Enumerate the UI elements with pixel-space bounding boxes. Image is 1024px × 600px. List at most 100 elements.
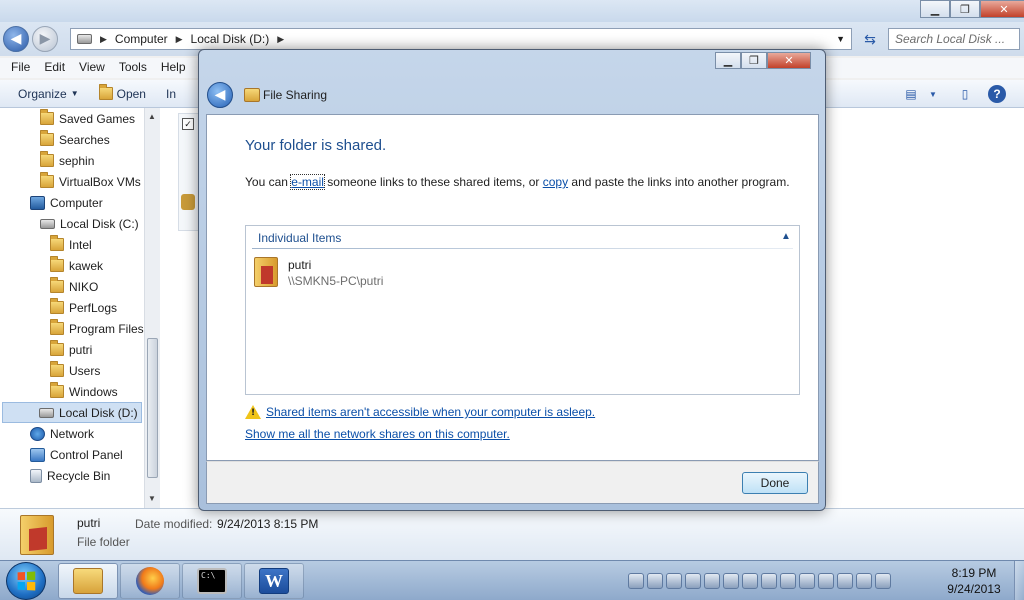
scroll-thumb[interactable]: [147, 338, 158, 478]
close-button[interactable]: ✕: [980, 0, 1024, 18]
refresh-button[interactable]: ⇆: [858, 28, 882, 50]
tray-app-icon[interactable]: [628, 573, 644, 589]
done-button[interactable]: Done: [742, 472, 808, 494]
shared-items-list[interactable]: Individual Items ▲ putri \\SMKN5-PC\putr…: [245, 225, 800, 395]
forward-arrow-icon: ▶: [39, 31, 51, 47]
battery-icon[interactable]: [856, 573, 872, 589]
folder-icon: [40, 151, 54, 167]
menu-view[interactable]: View: [72, 58, 112, 78]
scroll-up-icon[interactable]: ▲: [148, 112, 156, 121]
forward-button[interactable]: ▶: [32, 26, 58, 52]
clock[interactable]: 8:19 PM 9/24/2013: [936, 565, 1012, 597]
nav-item-local-disk-d[interactable]: Local Disk (D:): [2, 402, 142, 423]
tray-app-icon[interactable]: [666, 573, 682, 589]
view-options-icon[interactable]: ▤: [900, 84, 922, 104]
dialog-close-button[interactable]: ✕: [767, 52, 811, 69]
start-button[interactable]: [6, 562, 46, 600]
nav-item-users[interactable]: Users: [50, 360, 100, 381]
drive-icon: [39, 407, 54, 418]
taskbar-firefox[interactable]: [120, 563, 180, 599]
back-button[interactable]: ◀: [3, 26, 29, 52]
organize-button[interactable]: Organize ▼: [0, 87, 89, 101]
network-shares-link[interactable]: Show me all the network shares on this c…: [245, 427, 510, 441]
address-bar[interactable]: ▶ Computer ▶ Local Disk (D:) ▶ ▼: [70, 28, 852, 50]
collapse-chevron-icon[interactable]: ▲: [779, 229, 793, 243]
help-icon[interactable]: ?: [988, 85, 1006, 103]
nav-item-putri[interactable]: putri: [50, 339, 92, 360]
navigation-pane: Saved Games Searches sephin VirtualBox V…: [0, 108, 160, 508]
show-desktop-button[interactable]: [1014, 561, 1024, 600]
taskbar-explorer[interactable]: [58, 563, 118, 599]
music-icon[interactable]: [742, 573, 758, 589]
nav-item-control-panel[interactable]: Control Panel: [30, 444, 123, 465]
organize-label: Organize: [18, 86, 67, 101]
tray-app-icon[interactable]: [685, 573, 701, 589]
dialog-back-button[interactable]: ◀: [207, 82, 233, 108]
dialog-minimize-button[interactable]: ▁: [715, 52, 741, 69]
nav-item-perflogs[interactable]: PerfLogs: [50, 297, 117, 318]
breadcrumb-local-disk-d[interactable]: Local Disk (D:): [191, 32, 270, 46]
truncated-toolbar-button[interactable]: In: [156, 87, 186, 101]
scroll-down-icon[interactable]: ▼: [148, 494, 156, 503]
tray-app-icon[interactable]: [818, 573, 834, 589]
dialog-maximize-button[interactable]: ❐: [741, 52, 767, 69]
tray-app-icon[interactable]: [780, 573, 796, 589]
nav-item-program-files[interactable]: Program Files: [50, 318, 144, 339]
sleep-warning-link[interactable]: Shared items aren't accessible when your…: [266, 405, 595, 419]
nav-item-searches[interactable]: Searches: [40, 129, 110, 150]
copy-link[interactable]: copy: [543, 175, 568, 189]
system-tray: [628, 571, 891, 591]
shield-icon[interactable]: [799, 573, 815, 589]
nav-item-sephin[interactable]: sephin: [40, 150, 94, 171]
nav-item-local-disk-c[interactable]: Local Disk (C:): [40, 213, 139, 234]
details-modified-value: 9/24/2013 8:15 PM: [217, 517, 319, 531]
shared-item-name[interactable]: putri: [288, 258, 311, 272]
shared-item-path[interactable]: \\SMKN5-PC\putri: [288, 274, 383, 288]
breadcrumb-computer[interactable]: Computer: [115, 32, 168, 46]
nav-item-recycle-bin[interactable]: Recycle Bin: [30, 465, 110, 486]
tray-app-icon[interactable]: [704, 573, 720, 589]
menu-edit[interactable]: Edit: [37, 58, 72, 78]
nav-item-network[interactable]: Network: [30, 423, 94, 444]
address-dropdown-icon[interactable]: ▼: [836, 34, 845, 44]
nav-item-virtualbox-vms[interactable]: VirtualBox VMs: [40, 171, 141, 192]
search-input[interactable]: Search Local Disk ...: [888, 28, 1020, 50]
drive-icon: [40, 218, 55, 229]
preview-pane-icon[interactable]: ▯: [954, 84, 976, 104]
tray-app-icon[interactable]: [761, 573, 777, 589]
clock-date: 9/24/2013: [947, 582, 1001, 596]
nav-scrollbar[interactable]: ▲ ▼: [144, 108, 160, 508]
nav-item-niko[interactable]: NIKO: [50, 276, 98, 297]
taskbar-cmd[interactable]: C:\: [182, 563, 242, 599]
nav-item-computer[interactable]: Computer: [30, 192, 103, 213]
dialog-body: Your folder is shared. You can e-mail so…: [206, 114, 819, 461]
minimize-button[interactable]: ▁: [920, 0, 950, 18]
view-dropdown-icon[interactable]: ▼: [922, 84, 944, 104]
instruction-text: You can e-mail someone links to these sh…: [245, 174, 790, 190]
nav-item-kawek[interactable]: kawek: [50, 255, 103, 276]
nav-item-intel[interactable]: Intel: [50, 234, 92, 255]
email-link[interactable]: e-mail: [290, 174, 325, 190]
warning-icon: !: [245, 405, 261, 419]
tray-app-icon[interactable]: [723, 573, 739, 589]
maximize-button[interactable]: ❐: [950, 0, 980, 18]
menu-tools[interactable]: Tools: [112, 58, 154, 78]
nav-item-windows[interactable]: Windows: [50, 381, 118, 402]
open-button[interactable]: Open: [89, 84, 156, 101]
taskbar-word[interactable]: W: [244, 563, 304, 599]
group-divider: [252, 248, 793, 249]
details-type: File folder: [77, 535, 130, 549]
dialog-title: File Sharing: [263, 88, 328, 102]
control-panel-icon: [30, 447, 45, 462]
recycle-bin-icon: [30, 468, 42, 483]
file-list-item-partial[interactable]: ✓: [178, 113, 200, 231]
folder-icon: [50, 382, 64, 398]
wifi-icon[interactable]: [647, 573, 663, 589]
action-center-icon[interactable]: [837, 573, 853, 589]
nav-item-saved-games[interactable]: Saved Games: [40, 108, 135, 129]
dialog-footer: Done: [206, 461, 819, 504]
item-checkbox[interactable]: ✓: [182, 118, 194, 130]
menu-help[interactable]: Help: [154, 58, 193, 78]
menu-file[interactable]: File: [4, 58, 37, 78]
volume-icon[interactable]: [875, 573, 891, 589]
